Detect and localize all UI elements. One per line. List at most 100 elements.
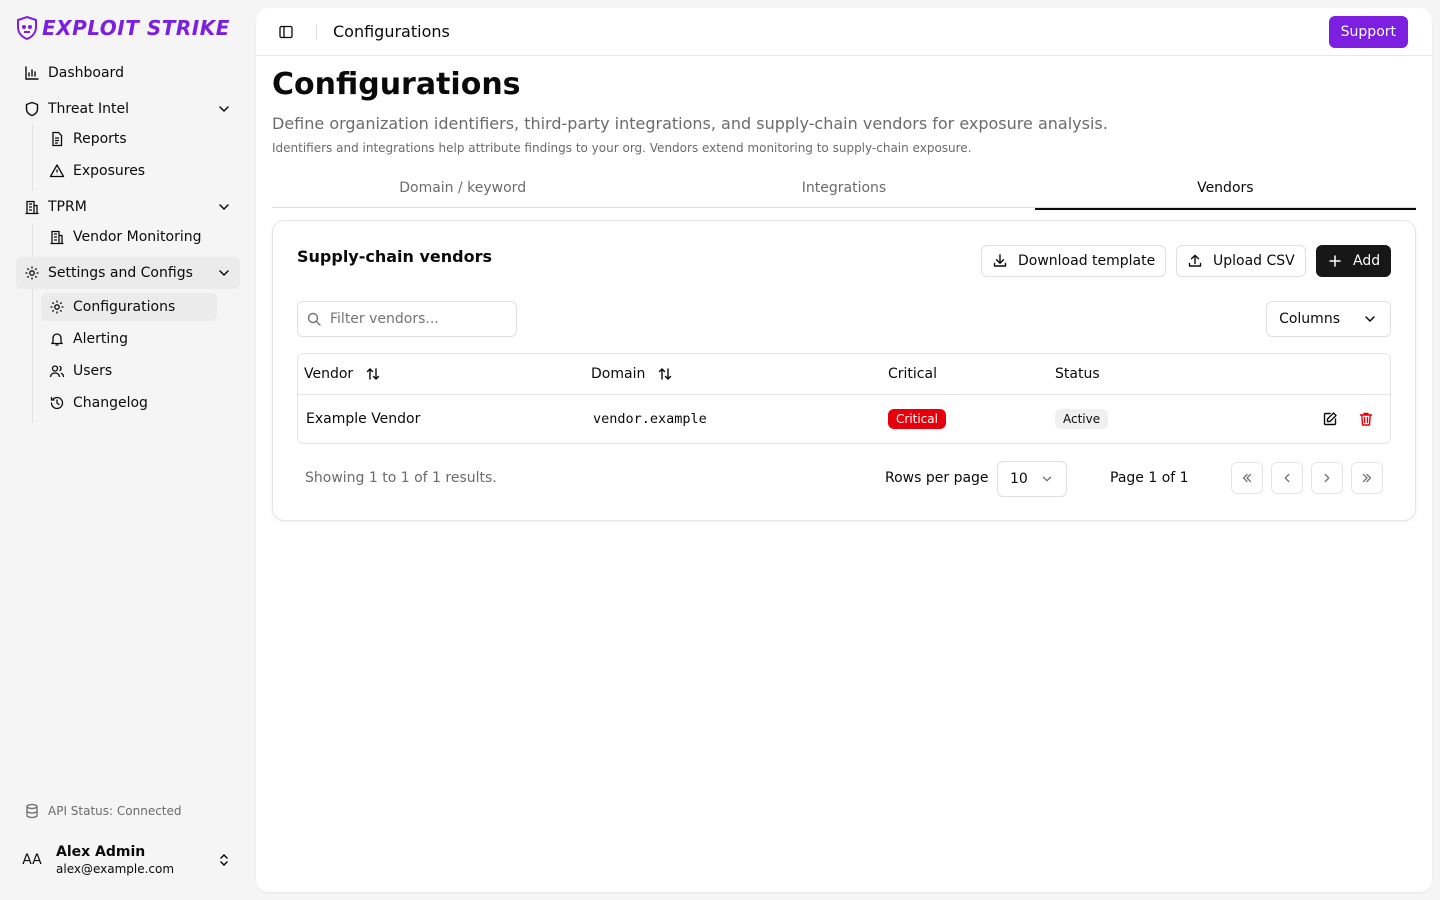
- sidebar-item-tprm[interactable]: TPRM: [16, 191, 240, 223]
- alert-triangle-icon: [49, 163, 65, 179]
- last-page-button[interactable]: [1351, 462, 1383, 494]
- rows-per-page-label: Rows per page: [885, 470, 989, 486]
- gear-icon: [24, 265, 40, 281]
- page-indicator: Page 1 of 1: [1110, 470, 1189, 486]
- vendor-name-cell: Example Vendor: [306, 411, 421, 427]
- sidebar-item-label: Configurations: [73, 299, 176, 315]
- settings-submenu: Configurations Alerting Users Changelog: [32, 289, 240, 423]
- sidebar-item-vendor-monitoring[interactable]: Vendor Monitoring: [41, 223, 217, 251]
- support-button[interactable]: Support: [1328, 16, 1408, 48]
- threat-intel-submenu: Reports Exposures: [32, 125, 240, 191]
- column-header-vendor[interactable]: Vendor: [304, 354, 381, 394]
- shield-logo-icon: [16, 15, 38, 41]
- sidebar-item-label: Exposures: [73, 163, 146, 179]
- shield-icon: [24, 101, 40, 117]
- first-page-button[interactable]: [1231, 462, 1263, 494]
- sidebar-item-label: Threat Intel: [48, 101, 129, 117]
- results-summary: Showing 1 to 1 of 1 results.: [305, 470, 497, 486]
- page-note: Identifiers and integrations help attrib…: [272, 141, 972, 155]
- column-header-status: Status: [1055, 354, 1100, 394]
- rows-per-page-select[interactable]: 10: [997, 461, 1067, 497]
- upload-csv-button[interactable]: Upload CSV: [1176, 245, 1306, 277]
- sidebar-item-label: Settings and Configs: [48, 265, 193, 281]
- sidebar-item-reports[interactable]: Reports: [41, 125, 217, 153]
- page-title: Configurations: [272, 67, 521, 102]
- sidebar-item-threat-intel[interactable]: Threat Intel: [16, 93, 240, 125]
- status-badge: Active: [1055, 409, 1109, 429]
- columns-button[interactable]: Columns: [1266, 301, 1391, 337]
- top-bar: Configurations Support: [256, 8, 1432, 56]
- column-header-label: Domain: [591, 366, 646, 382]
- column-header-label: Status: [1055, 366, 1100, 382]
- sidebar-item-label: Users: [73, 363, 113, 379]
- user-menu[interactable]: AA Alex Admin alex@example.com: [16, 836, 240, 884]
- gear-icon: [49, 299, 65, 315]
- avatar: AA: [22, 852, 42, 868]
- sidebar-item-dashboard[interactable]: Dashboard: [16, 57, 240, 89]
- building-icon: [24, 199, 40, 215]
- columns-label: Columns: [1279, 311, 1340, 327]
- sidebar-item-settings-and-configs[interactable]: Settings and Configs: [16, 257, 240, 289]
- add-vendor-label: Add: [1353, 253, 1381, 269]
- chevrons-left-icon: [1240, 471, 1254, 485]
- page-content: Configurations Define organization ident…: [272, 56, 1417, 521]
- brand-logo[interactable]: EXPLOIT STRIKE: [16, 14, 230, 42]
- chevrons-up-down-icon: [216, 852, 232, 868]
- sidebar-toggle-button[interactable]: [272, 18, 300, 46]
- api-status-text: API Status: Connected: [48, 804, 182, 818]
- chevron-down-icon: [216, 265, 232, 281]
- bar-chart-icon: [24, 65, 40, 81]
- sidebar-nav: Dashboard Threat Intel Reports Exposures…: [16, 57, 240, 423]
- table-row: Example Vendor vendor.example Critical A…: [298, 395, 1390, 443]
- sort-icon: [657, 366, 673, 382]
- sidebar: EXPLOIT STRIKE Dashboard Threat Intel Re…: [0, 0, 256, 900]
- sidebar-item-label: Reports: [73, 131, 127, 147]
- delete-button[interactable]: [1356, 409, 1376, 429]
- user-info: Alex Admin alex@example.com: [56, 843, 174, 877]
- tab-integrations[interactable]: Integrations: [653, 170, 1034, 207]
- chevron-down-icon: [1040, 472, 1054, 486]
- tab-vendors[interactable]: Vendors: [1034, 170, 1417, 210]
- download-template-button[interactable]: Download template: [981, 245, 1167, 277]
- add-vendor-button[interactable]: Add: [1316, 245, 1392, 277]
- upload-icon: [1187, 253, 1203, 269]
- upload-csv-label: Upload CSV: [1213, 253, 1295, 269]
- sidebar-item-label: Dashboard: [48, 65, 124, 81]
- filter-vendors-field[interactable]: [297, 301, 517, 337]
- database-icon: [24, 803, 40, 819]
- vendors-card-title: Supply-chain vendors: [297, 247, 493, 266]
- users-icon: [49, 363, 65, 379]
- download-icon: [992, 253, 1008, 269]
- building-icon: [49, 229, 65, 245]
- rows-per-page-value: 10: [1010, 471, 1028, 487]
- column-header-domain[interactable]: Domain: [591, 354, 673, 394]
- sidebar-item-configurations[interactable]: Configurations: [41, 293, 217, 321]
- sidebar-item-users[interactable]: Users: [41, 357, 217, 385]
- edit-button[interactable]: [1320, 409, 1340, 429]
- filter-vendors-input[interactable]: [330, 311, 500, 327]
- history-icon: [49, 395, 65, 411]
- divider: [316, 23, 317, 40]
- column-header-label: Critical: [888, 366, 937, 382]
- sidebar-item-changelog[interactable]: Changelog: [41, 389, 217, 417]
- sidebar-item-label: Vendor Monitoring: [73, 229, 202, 245]
- chevron-right-icon: [1320, 471, 1334, 485]
- table-header: Vendor Domain Critical Status: [298, 354, 1390, 395]
- chevrons-right-icon: [1360, 471, 1374, 485]
- api-status: API Status: Connected: [24, 803, 182, 819]
- sidebar-item-alerting[interactable]: Alerting: [41, 325, 217, 353]
- column-header-label: Vendor: [304, 366, 354, 382]
- trash-icon: [1358, 411, 1374, 427]
- sidebar-item-exposures[interactable]: Exposures: [41, 157, 217, 185]
- tprm-submenu: Vendor Monitoring: [32, 223, 240, 257]
- chevron-down-icon: [1362, 311, 1378, 327]
- next-page-button[interactable]: [1311, 462, 1343, 494]
- brand-name: EXPLOIT STRIKE: [42, 16, 230, 40]
- previous-page-button[interactable]: [1271, 462, 1303, 494]
- critical-cell: Critical: [888, 395, 946, 443]
- breadcrumb: Configurations: [333, 22, 450, 41]
- tab-domain-keyword[interactable]: Domain / keyword: [272, 170, 653, 207]
- plus-icon: [1327, 253, 1343, 269]
- file-text-icon: [49, 131, 65, 147]
- sort-icon: [365, 366, 381, 382]
